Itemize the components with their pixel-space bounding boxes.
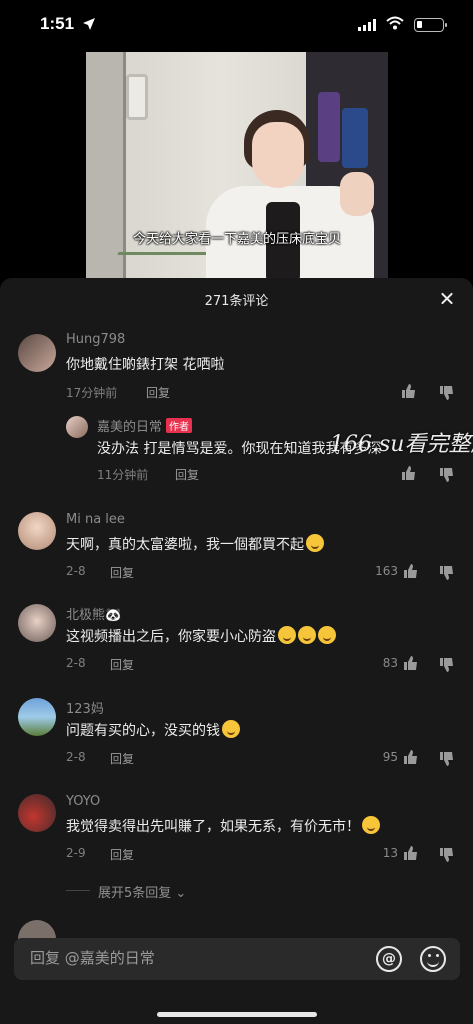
comment-time: 2-8 [66,750,86,764]
comment-text: 你地戴住啲錶打架 花哂啦 [66,357,225,373]
like-count: 83 [382,656,398,670]
reply-button[interactable]: 回复 [110,656,134,673]
avatar[interactable] [18,334,56,372]
thumbs-up-icon[interactable] [402,749,418,765]
emoji-icon [278,626,296,644]
status-time: 1:51 [40,14,75,33]
comment-author[interactable]: Hung798 [66,332,125,347]
wifi-icon [386,16,404,30]
comments-panel: 271条评论 Hung798 你地戴住啲錶打架 花哂啦 17分钟前 回复 嘉美的… [0,278,473,1024]
door-handle-image [126,74,148,120]
video-player[interactable]: 今天给大家看一下嘉美的压床底宝贝 [86,52,388,278]
comment-author[interactable]: YOYO [66,794,100,809]
comment-time: 2-9 [66,846,86,860]
thumbs-up-icon[interactable] [400,383,416,399]
avatar[interactable] [18,604,56,642]
home-indicator [157,1012,317,1017]
thumbs-up-icon[interactable] [402,563,418,579]
thumbs-up-icon[interactable] [402,655,418,671]
emoji-icon [306,534,324,552]
comment-time: 2-8 [66,564,86,578]
comments-count-title: 271条评论 [204,294,269,309]
comment-author[interactable]: 嘉美的日常 作者 [97,416,193,435]
location-arrow-icon [83,18,95,30]
comment-time: 17分钟前 [66,386,118,400]
video-caption: 今天给大家看一下嘉美的压床底宝贝 [132,232,341,247]
expand-replies-button[interactable]: 展开5条回复 ⌄ [98,882,186,901]
like-count: 13 [382,846,398,860]
avatar[interactable] [18,794,56,832]
author-badge: 作者 [166,418,193,433]
avatar[interactable] [18,512,56,550]
chevron-down-icon: ⌄ [175,886,187,901]
thumbs-down-icon[interactable] [438,565,454,581]
comment-time: 2-8 [66,656,86,670]
reply-input[interactable] [30,949,330,967]
emoji-icon [318,626,336,644]
divider [66,890,90,891]
watermark-text: 166.su看完整版 [330,432,473,457]
comment-author[interactable]: 北极熊🐼 [66,604,121,623]
like-count: 163 [375,564,398,578]
status-bar: 1:51 [0,0,473,52]
emoji-picker-icon[interactable] [420,946,446,972]
at-mention-icon[interactable]: @ [376,946,402,972]
cellular-signal-icon [358,19,376,31]
comment-text: 这视频播出之后，你家要小心防盗 [66,626,336,646]
thumbs-down-icon[interactable] [438,847,454,863]
avatar[interactable] [66,416,88,438]
reply-button[interactable]: 回复 [110,750,134,767]
emoji-icon [222,720,240,738]
reply-button[interactable]: 回复 [110,846,134,863]
reply-input-bar: @ [14,938,460,980]
thumbs-up-icon[interactable] [402,845,418,861]
thumbs-down-icon[interactable] [438,751,454,767]
comment-author[interactable]: Mi na lee [66,512,125,527]
thumbs-down-icon[interactable] [438,385,454,401]
emoji-icon [298,626,316,644]
like-count: 95 [382,750,398,764]
reply-button[interactable]: 回复 [110,564,134,581]
reply-button[interactable]: 回复 [175,466,199,483]
comment-text: 我觉得卖得出先叫賺了，如果无系，有价无市！ [66,816,380,836]
emoji-icon [362,816,380,834]
avatar[interactable] [18,698,56,736]
thumbs-down-icon[interactable] [438,467,454,483]
thumbs-down-icon[interactable] [438,657,454,673]
comment-time: 11分钟前 [97,468,149,482]
comment-text: 天啊，真的太富婆啦，我一個都買不起 [66,534,324,554]
thumbs-up-icon[interactable] [400,465,416,481]
battery-icon [414,18,447,32]
reply-button[interactable]: 回复 [146,384,170,401]
comment-author[interactable]: 123妈 [66,698,104,717]
comment-text: 问题有买的心，没买的钱 [66,720,240,740]
close-icon[interactable] [438,290,456,308]
